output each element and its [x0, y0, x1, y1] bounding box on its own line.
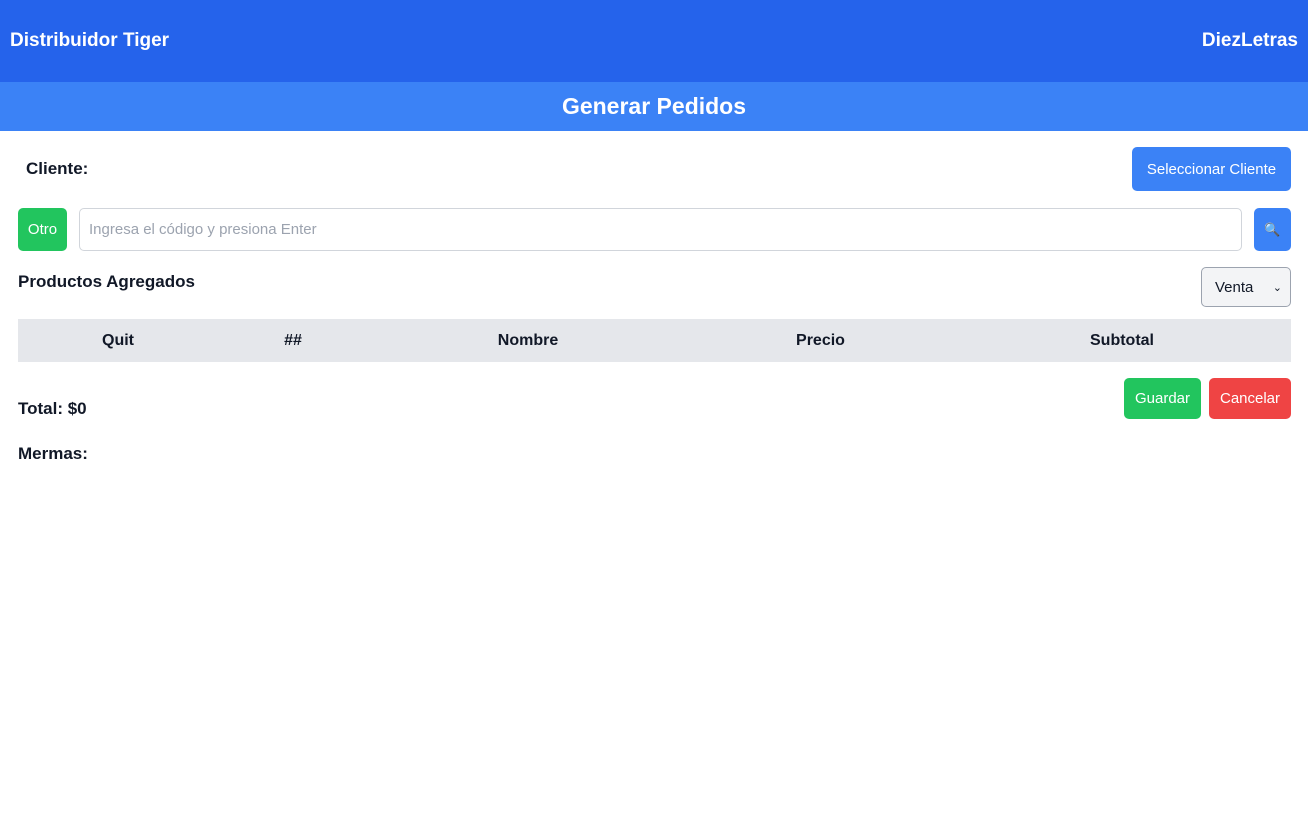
user-name[interactable]: DiezLetras: [1202, 30, 1298, 52]
mermas-label: Mermas:: [18, 444, 88, 463]
column-header-subtotal: Subtotal: [1090, 331, 1154, 349]
products-table-header: Quit ## Nombre Precio Subtotal: [18, 319, 1291, 362]
products-section-title: Productos Agregados: [18, 272, 195, 291]
otro-button[interactable]: Otro: [18, 208, 67, 251]
product-code-input[interactable]: [79, 208, 1242, 251]
cancel-button[interactable]: Cancelar: [1209, 378, 1291, 419]
chevron-down-icon: ⌄: [1272, 281, 1282, 294]
column-header-quit: Quit: [102, 331, 134, 349]
magnifier-icon: 🔍: [1264, 221, 1281, 237]
column-header-number: ##: [284, 331, 302, 349]
page-title: Generar Pedidos: [561, 93, 747, 119]
search-button[interactable]: 🔍: [1254, 208, 1291, 251]
sale-mode-select[interactable]: Venta ⌄: [1201, 267, 1291, 307]
sale-mode-value: Venta: [1215, 278, 1254, 296]
column-header-nombre: Nombre: [497, 331, 559, 349]
app-title[interactable]: Distribuidor Tiger: [10, 30, 169, 52]
cliente-label: Cliente:: [26, 159, 89, 178]
column-header-precio: Precio: [796, 331, 845, 349]
select-client-button[interactable]: Seleccionar Cliente: [1132, 147, 1291, 191]
order-total: Total: $0: [18, 399, 87, 418]
page-title-bar: Generar Pedidos: [0, 82, 1308, 131]
top-navbar: Distribuidor Tiger DiezLetras: [0, 0, 1308, 82]
save-button[interactable]: Guardar: [1124, 378, 1201, 419]
